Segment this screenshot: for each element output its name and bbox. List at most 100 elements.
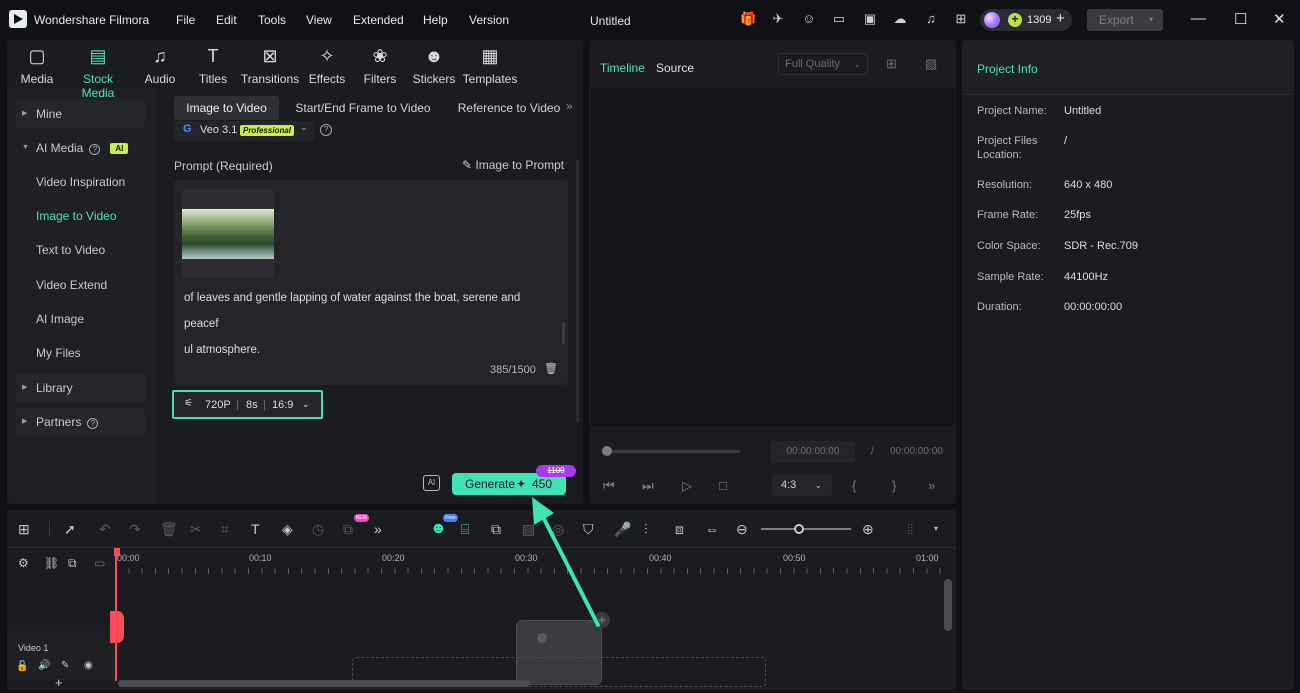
- apps-grid-icon[interactable]: ⊞: [953, 11, 969, 27]
- sidebar-group-library[interactable]: ▶ Library: [16, 374, 145, 402]
- menu-edit[interactable]: Edit: [216, 13, 237, 27]
- visibility-icon[interactable]: ◉: [84, 660, 93, 671]
- prompt-text[interactable]: of leaves and gentle lapping of water ag…: [184, 285, 554, 363]
- tab-source[interactable]: Source: [656, 61, 694, 75]
- timeline-options-icon[interactable]: ▾: [934, 524, 938, 533]
- nav-filters[interactable]: ❀ Filters: [350, 44, 410, 86]
- sidebar-item-video-inspiration[interactable]: Video Inspiration: [16, 168, 145, 196]
- zoom-out-icon[interactable]: ⊖: [736, 521, 748, 537]
- add-clip-icon[interactable]: ⧉: [491, 521, 501, 537]
- aspect-ratio-selector[interactable]: 4:3 ⌄: [772, 474, 832, 496]
- sidebar-item-text-to-video[interactable]: Text to Video: [16, 236, 145, 264]
- video-settings-bar[interactable]: ⚟ 720P | 8s | 16:9 ⌄: [172, 390, 323, 419]
- sidebar-item-my-files[interactable]: My Files: [16, 339, 145, 367]
- mark-in-icon[interactable]: {: [852, 478, 856, 493]
- lock-icon[interactable]: 🔓: [16, 661, 28, 672]
- snap-icon[interactable]: ▭: [94, 556, 105, 570]
- zoom-slider[interactable]: [761, 528, 851, 530]
- send-icon[interactable]: ✈: [770, 11, 786, 27]
- menu-file[interactable]: File: [176, 13, 195, 27]
- volume-icon[interactable]: 🔊: [38, 660, 50, 671]
- cloud-icon[interactable]: ☁: [892, 11, 908, 27]
- select-tool-icon[interactable]: ➚: [64, 521, 76, 537]
- ai-assist-icon[interactable]: AI: [423, 475, 440, 491]
- playhead-marker[interactable]: [114, 548, 120, 556]
- image-to-prompt-button[interactable]: ✎ Image to Prompt: [462, 158, 564, 172]
- more-tools-icon[interactable]: »: [374, 521, 382, 537]
- speed-icon[interactable]: ◷: [312, 521, 324, 537]
- save-icon[interactable]: ▣: [862, 11, 878, 27]
- sidebar-group-partners[interactable]: ▶ Partners?: [16, 408, 145, 436]
- nav-audio[interactable]: ♫ Audio: [130, 44, 190, 86]
- ai-tool-icon[interactable]: ⧉: [343, 521, 353, 537]
- timeline-vertical-scrollbar[interactable]: [944, 579, 952, 631]
- tab-timeline[interactable]: Timeline: [600, 61, 645, 75]
- minimize-icon[interactable]: —: [1191, 10, 1206, 27]
- close-icon[interactable]: ✕: [1273, 10, 1286, 28]
- tab-reference-to-video[interactable]: Reference to Video: [455, 96, 563, 120]
- replace-icon[interactable]: ⧈: [675, 521, 684, 537]
- trash-icon[interactable]: 🗑: [544, 362, 558, 375]
- panel-scrollbar[interactable]: [576, 160, 579, 422]
- crop-icon[interactable]: ⌗: [221, 521, 229, 537]
- smart-cut-icon[interactable]: ⌸: [461, 521, 469, 537]
- tab-image-to-video[interactable]: Image to Video: [174, 96, 279, 120]
- nav-effects[interactable]: ✧ Effects: [297, 44, 357, 86]
- help-icon[interactable]: ?: [89, 144, 101, 155]
- nav-templates[interactable]: ▦ Templates: [460, 44, 520, 86]
- microphone-icon[interactable]: 🎤: [614, 521, 631, 537]
- menu-extended[interactable]: Extended: [353, 13, 404, 27]
- help-icon[interactable]: ?: [87, 418, 99, 429]
- credits-badge[interactable]: + 1309 +: [980, 9, 1072, 31]
- support-icon[interactable]: ♫: [923, 11, 939, 27]
- layout-icon[interactable]: ▭: [831, 11, 847, 27]
- current-time[interactable]: 00:00:00:00: [771, 441, 855, 463]
- cut-icon[interactable]: ✂: [190, 521, 202, 537]
- text-tool-icon[interactable]: T: [251, 521, 260, 537]
- zoom-in-icon[interactable]: ⊕: [862, 521, 874, 537]
- zoom-slider-handle[interactable]: [794, 524, 804, 534]
- panel-layout-icon[interactable]: ⦙⦙: [907, 521, 913, 537]
- sidebar-item-ai-image[interactable]: AI Image: [16, 305, 145, 333]
- mark-out-icon[interactable]: }: [892, 478, 896, 493]
- maximize-icon[interactable]: ☐: [1234, 10, 1247, 28]
- sidebar-group-mine[interactable]: ▶ Mine: [16, 100, 145, 128]
- nav-titles[interactable]: T Titles: [183, 44, 243, 86]
- stop-icon[interactable]: □: [719, 478, 727, 493]
- add-track-icon[interactable]: +: [55, 675, 63, 690]
- export-button[interactable]: Export ▾: [1087, 9, 1163, 31]
- menu-version[interactable]: Version: [469, 13, 509, 27]
- menu-view[interactable]: View: [306, 13, 332, 27]
- audio-mixer-icon[interactable]: ⫶: [644, 521, 648, 537]
- snapshot-icon[interactable]: ▨: [925, 56, 937, 72]
- layout-grid-icon[interactable]: ⊞: [18, 521, 30, 537]
- mask-icon[interactable]: ◈: [282, 521, 293, 537]
- timeline-horizontal-scrollbar[interactable]: [118, 680, 530, 687]
- tab-start-end-frame[interactable]: Start/End Frame to Video: [292, 96, 434, 120]
- preview-progress-bar[interactable]: [605, 450, 740, 453]
- menu-tools[interactable]: Tools: [258, 13, 286, 27]
- sidebar-item-video-extend[interactable]: Video Extend: [16, 271, 145, 299]
- tabs-more-icon[interactable]: »: [566, 99, 573, 113]
- sidebar-group-ai-media[interactable]: ▼ AI Media? AI: [16, 134, 145, 162]
- playhead-handle[interactable]: [110, 611, 124, 643]
- feedback-icon[interactable]: ☺: [801, 11, 817, 27]
- preview-scrubber-handle[interactable]: [602, 446, 612, 456]
- fit-icon[interactable]: ⇔: [705, 521, 719, 537]
- prompt-scrollbar[interactable]: [562, 322, 565, 344]
- redo-icon[interactable]: ↷: [129, 521, 141, 537]
- mute-effects-icon[interactable]: ✎: [61, 660, 69, 671]
- sidebar-item-image-to-video[interactable]: Image to Video: [16, 202, 145, 230]
- gift-icon[interactable]: 🎁: [740, 11, 756, 27]
- undo-icon[interactable]: ↶: [99, 521, 111, 537]
- menu-help[interactable]: Help: [423, 13, 448, 27]
- nav-stock-media[interactable]: ▤ Stock Media: [68, 44, 128, 100]
- nav-transitions[interactable]: ⊠ Transitions: [240, 44, 300, 86]
- next-frame-icon[interactable]: ⏭: [642, 478, 654, 494]
- group-icon[interactable]: ⧉: [68, 556, 77, 571]
- delete-icon[interactable]: 🗑: [160, 521, 178, 537]
- previous-frame-icon[interactable]: ⏮: [603, 478, 615, 494]
- more-controls-icon[interactable]: »: [928, 478, 935, 493]
- grid-view-icon[interactable]: ⊞: [886, 56, 897, 72]
- nav-media[interactable]: ▢ Media: [7, 44, 67, 86]
